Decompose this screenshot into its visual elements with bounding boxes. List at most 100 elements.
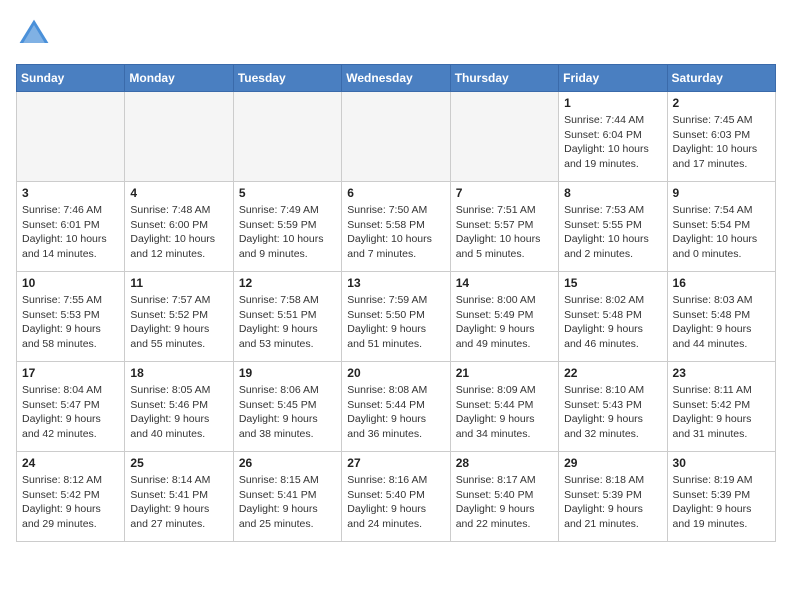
day-cell: 7 Sunrise: 7:51 AM Sunset: 5:57 PM Daylig… <box>450 182 558 272</box>
day-number: 17 <box>22 366 119 380</box>
day-number: 27 <box>347 456 444 470</box>
weekday-header-saturday: Saturday <box>667 65 775 92</box>
weekday-row: SundayMondayTuesdayWednesdayThursdayFrid… <box>17 65 776 92</box>
day-number: 19 <box>239 366 336 380</box>
day-info: Sunrise: 7:46 AM Sunset: 6:01 PM Dayligh… <box>22 203 119 262</box>
day-info: Sunrise: 8:12 AM Sunset: 5:42 PM Dayligh… <box>22 473 119 532</box>
weekday-header-sunday: Sunday <box>17 65 125 92</box>
day-number: 30 <box>673 456 770 470</box>
day-info: Sunrise: 7:53 AM Sunset: 5:55 PM Dayligh… <box>564 203 661 262</box>
day-cell <box>342 92 450 182</box>
calendar: SundayMondayTuesdayWednesdayThursdayFrid… <box>16 64 776 542</box>
day-cell: 27 Sunrise: 8:16 AM Sunset: 5:40 PM Dayli… <box>342 452 450 542</box>
logo <box>16 16 56 52</box>
day-number: 13 <box>347 276 444 290</box>
day-number: 23 <box>673 366 770 380</box>
day-number: 9 <box>673 186 770 200</box>
day-number: 6 <box>347 186 444 200</box>
day-cell: 20 Sunrise: 8:08 AM Sunset: 5:44 PM Dayli… <box>342 362 450 452</box>
day-cell: 23 Sunrise: 8:11 AM Sunset: 5:42 PM Dayli… <box>667 362 775 452</box>
day-info: Sunrise: 8:15 AM Sunset: 5:41 PM Dayligh… <box>239 473 336 532</box>
day-number: 20 <box>347 366 444 380</box>
day-number: 2 <box>673 96 770 110</box>
day-info: Sunrise: 8:03 AM Sunset: 5:48 PM Dayligh… <box>673 293 770 352</box>
day-info: Sunrise: 8:19 AM Sunset: 5:39 PM Dayligh… <box>673 473 770 532</box>
day-cell: 19 Sunrise: 8:06 AM Sunset: 5:45 PM Dayli… <box>233 362 341 452</box>
day-cell <box>17 92 125 182</box>
day-number: 22 <box>564 366 661 380</box>
day-cell: 5Sunrise: 7:49 AM Sunset: 5:59 PM Daylig… <box>233 182 341 272</box>
day-info: Sunrise: 8:05 AM Sunset: 5:46 PM Dayligh… <box>130 383 227 442</box>
day-number: 12 <box>239 276 336 290</box>
day-info: Sunrise: 8:10 AM Sunset: 5:43 PM Dayligh… <box>564 383 661 442</box>
day-cell: 25 Sunrise: 8:14 AM Sunset: 5:41 PM Dayli… <box>125 452 233 542</box>
day-info: Sunrise: 8:18 AM Sunset: 5:39 PM Dayligh… <box>564 473 661 532</box>
day-info: Sunrise: 8:00 AM Sunset: 5:49 PM Dayligh… <box>456 293 553 352</box>
week-row-4: 17 Sunrise: 8:04 AM Sunset: 5:47 PM Dayli… <box>17 362 776 452</box>
day-info: Sunrise: 7:58 AM Sunset: 5:51 PM Dayligh… <box>239 293 336 352</box>
calendar-header: SundayMondayTuesdayWednesdayThursdayFrid… <box>17 65 776 92</box>
weekday-header-wednesday: Wednesday <box>342 65 450 92</box>
day-info: Sunrise: 7:59 AM Sunset: 5:50 PM Dayligh… <box>347 293 444 352</box>
day-cell: 29 Sunrise: 8:18 AM Sunset: 5:39 PM Dayli… <box>559 452 667 542</box>
day-info: Sunrise: 8:04 AM Sunset: 5:47 PM Dayligh… <box>22 383 119 442</box>
day-cell: 9 Sunrise: 7:54 AM Sunset: 5:54 PM Daylig… <box>667 182 775 272</box>
week-row-2: 3 Sunrise: 7:46 AM Sunset: 6:01 PM Daylig… <box>17 182 776 272</box>
day-cell: 15 Sunrise: 8:02 AM Sunset: 5:48 PM Dayli… <box>559 272 667 362</box>
day-info: Sunrise: 8:08 AM Sunset: 5:44 PM Dayligh… <box>347 383 444 442</box>
day-number: 11 <box>130 276 227 290</box>
day-info: Sunrise: 8:06 AM Sunset: 5:45 PM Dayligh… <box>239 383 336 442</box>
day-info: Sunrise: 8:17 AM Sunset: 5:40 PM Dayligh… <box>456 473 553 532</box>
day-number: 15 <box>564 276 661 290</box>
day-cell: 13 Sunrise: 7:59 AM Sunset: 5:50 PM Dayli… <box>342 272 450 362</box>
day-info: Sunrise: 7:48 AM Sunset: 6:00 PM Dayligh… <box>130 203 227 262</box>
logo-icon <box>16 16 52 52</box>
day-cell: 17 Sunrise: 8:04 AM Sunset: 5:47 PM Dayli… <box>17 362 125 452</box>
day-info: Sunrise: 7:54 AM Sunset: 5:54 PM Dayligh… <box>673 203 770 262</box>
day-info: Sunrise: 8:02 AM Sunset: 5:48 PM Dayligh… <box>564 293 661 352</box>
day-info: Sunrise: 7:51 AM Sunset: 5:57 PM Dayligh… <box>456 203 553 262</box>
day-cell: 22 Sunrise: 8:10 AM Sunset: 5:43 PM Dayli… <box>559 362 667 452</box>
day-cell: 11 Sunrise: 7:57 AM Sunset: 5:52 PM Dayli… <box>125 272 233 362</box>
day-number: 10 <box>22 276 119 290</box>
day-cell: 14 Sunrise: 8:00 AM Sunset: 5:49 PM Dayli… <box>450 272 558 362</box>
day-number: 26 <box>239 456 336 470</box>
day-info: Sunrise: 8:11 AM Sunset: 5:42 PM Dayligh… <box>673 383 770 442</box>
week-row-1: 1 Sunrise: 7:44 AM Sunset: 6:04 PM Daylig… <box>17 92 776 182</box>
day-number: 29 <box>564 456 661 470</box>
day-cell <box>233 92 341 182</box>
day-info: Sunrise: 8:14 AM Sunset: 5:41 PM Dayligh… <box>130 473 227 532</box>
day-cell: 18 Sunrise: 8:05 AM Sunset: 5:46 PM Dayli… <box>125 362 233 452</box>
calendar-body: 1 Sunrise: 7:44 AM Sunset: 6:04 PM Daylig… <box>17 92 776 542</box>
day-cell: 16 Sunrise: 8:03 AM Sunset: 5:48 PM Dayli… <box>667 272 775 362</box>
day-cell: 6Sunrise: 7:50 AM Sunset: 5:58 PM Daylig… <box>342 182 450 272</box>
day-cell: 3 Sunrise: 7:46 AM Sunset: 6:01 PM Daylig… <box>17 182 125 272</box>
day-cell: 10 Sunrise: 7:55 AM Sunset: 5:53 PM Dayli… <box>17 272 125 362</box>
day-number: 7 <box>456 186 553 200</box>
week-row-5: 24Sunrise: 8:12 AM Sunset: 5:42 PM Dayli… <box>17 452 776 542</box>
day-number: 21 <box>456 366 553 380</box>
day-cell: 21 Sunrise: 8:09 AM Sunset: 5:44 PM Dayli… <box>450 362 558 452</box>
day-cell: 30 Sunrise: 8:19 AM Sunset: 5:39 PM Dayli… <box>667 452 775 542</box>
day-number: 18 <box>130 366 227 380</box>
day-info: Sunrise: 7:55 AM Sunset: 5:53 PM Dayligh… <box>22 293 119 352</box>
day-cell: 1 Sunrise: 7:44 AM Sunset: 6:04 PM Daylig… <box>559 92 667 182</box>
day-info: Sunrise: 7:57 AM Sunset: 5:52 PM Dayligh… <box>130 293 227 352</box>
weekday-header-friday: Friday <box>559 65 667 92</box>
day-cell <box>450 92 558 182</box>
day-cell: 2Sunrise: 7:45 AM Sunset: 6:03 PM Daylig… <box>667 92 775 182</box>
weekday-header-tuesday: Tuesday <box>233 65 341 92</box>
day-number: 3 <box>22 186 119 200</box>
day-info: Sunrise: 7:44 AM Sunset: 6:04 PM Dayligh… <box>564 113 661 172</box>
day-cell: 8Sunrise: 7:53 AM Sunset: 5:55 PM Daylig… <box>559 182 667 272</box>
day-info: Sunrise: 8:16 AM Sunset: 5:40 PM Dayligh… <box>347 473 444 532</box>
day-cell <box>125 92 233 182</box>
day-number: 25 <box>130 456 227 470</box>
day-cell: 24Sunrise: 8:12 AM Sunset: 5:42 PM Dayli… <box>17 452 125 542</box>
day-number: 16 <box>673 276 770 290</box>
day-info: Sunrise: 8:09 AM Sunset: 5:44 PM Dayligh… <box>456 383 553 442</box>
day-number: 14 <box>456 276 553 290</box>
weekday-header-thursday: Thursday <box>450 65 558 92</box>
day-number: 1 <box>564 96 661 110</box>
day-cell: 28Sunrise: 8:17 AM Sunset: 5:40 PM Dayli… <box>450 452 558 542</box>
